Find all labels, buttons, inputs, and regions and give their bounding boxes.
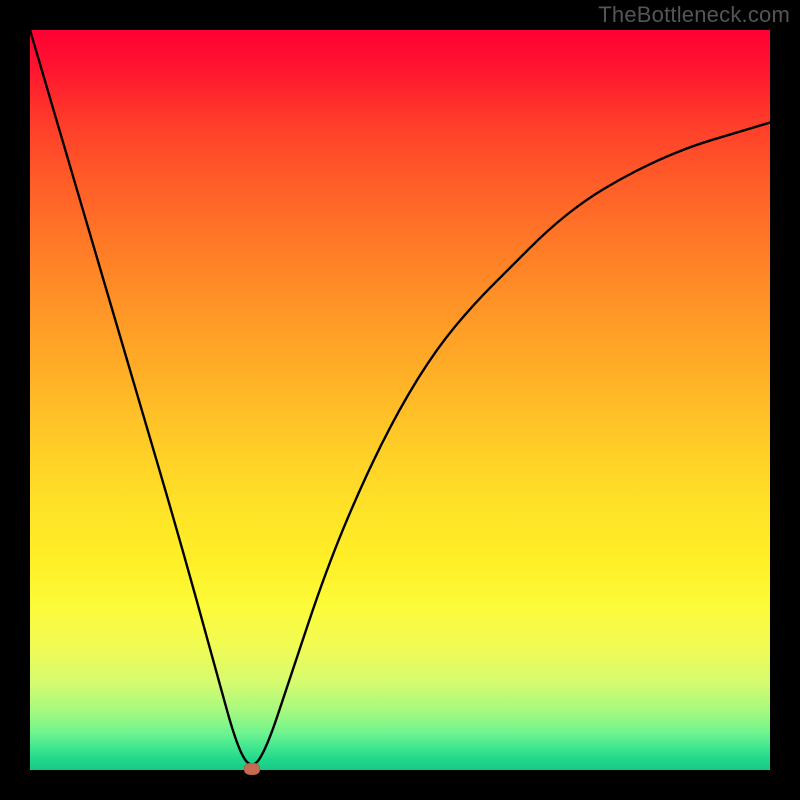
bottleneck-curve (30, 30, 770, 770)
watermark-text: TheBottleneck.com (598, 2, 790, 28)
plot-frame (30, 30, 770, 770)
optimal-point-marker (244, 763, 260, 775)
curve-path (30, 30, 770, 764)
chart-root: TheBottleneck.com (0, 0, 800, 800)
